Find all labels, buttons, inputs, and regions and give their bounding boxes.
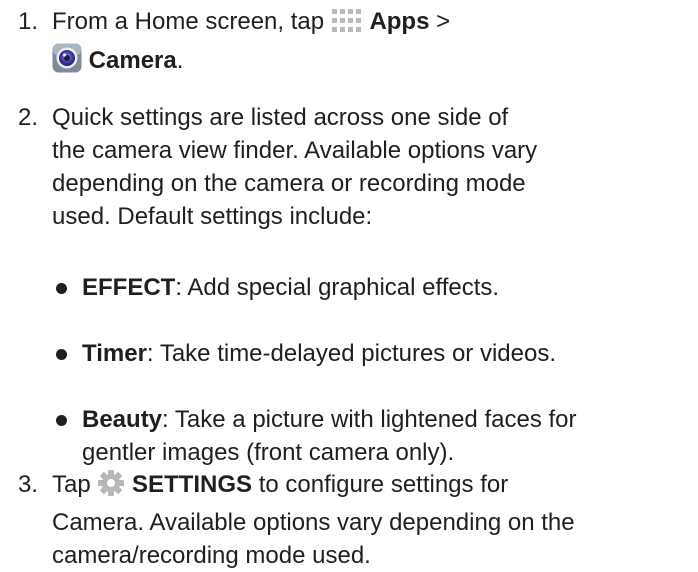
step-number: 3. <box>18 471 39 498</box>
step-text-suffix: > <box>429 8 451 35</box>
step-text-line: camera/recording mode used. <box>52 542 371 569</box>
step-text: Tap SETTINGS to configure settings for C… <box>52 468 692 572</box>
bullet-description: : Take time-delayed pictures or videos. <box>146 340 557 367</box>
bullet-dot <box>56 415 67 426</box>
step-text-line: the camera view finder. Available option… <box>52 137 538 164</box>
step-number: 1. <box>18 8 39 35</box>
bullet-dot <box>56 283 67 294</box>
step-text-line: Camera. Available options vary depending… <box>52 509 575 536</box>
step-text-end: . <box>176 47 184 74</box>
instructions-page: 1. From a Home screen, tap Apps > Camera… <box>0 0 698 569</box>
step-text-line: Quick settings are listed across one sid… <box>52 104 509 131</box>
gear-icon <box>97 469 125 506</box>
step-text: From a Home screen, tap Apps > Camera. <box>52 5 692 82</box>
bullet-term: Timer <box>82 340 147 367</box>
step-text-prefix: From a Home screen, tap <box>52 8 331 35</box>
bullet-description: : Add special graphical effects. <box>175 274 500 301</box>
apps-label: Apps <box>369 8 430 35</box>
camera-label: Camera <box>88 47 177 74</box>
step-text: Quick settings are listed across one sid… <box>52 101 692 233</box>
bullet-text: EFFECT: Add special graphical effects. <box>82 271 694 304</box>
step-number: 2. <box>18 104 39 131</box>
bullet-term: EFFECT <box>82 274 176 301</box>
bullet-description: : Take a picture with lightened faces fo… <box>162 406 577 433</box>
bullet-description-continued: gentler images (front camera only). <box>82 439 455 466</box>
camera-app-icon <box>52 43 82 82</box>
apps-grid-icon <box>331 8 363 43</box>
bullet-text: Timer: Take time-delayed pictures or vid… <box>82 337 694 370</box>
step-text-line: depending on the camera or recording mod… <box>52 170 526 197</box>
step-text-prefix: Tap <box>52 471 98 498</box>
bullet-dot <box>56 349 67 360</box>
bullet-text: Beauty: Take a picture with lightened fa… <box>82 403 694 469</box>
settings-label: SETTINGS <box>132 471 253 498</box>
step-text-suffix: to configure settings for <box>252 471 509 498</box>
step-text-line: used. Default settings include: <box>52 203 373 230</box>
bullet-term: Beauty <box>82 406 163 433</box>
